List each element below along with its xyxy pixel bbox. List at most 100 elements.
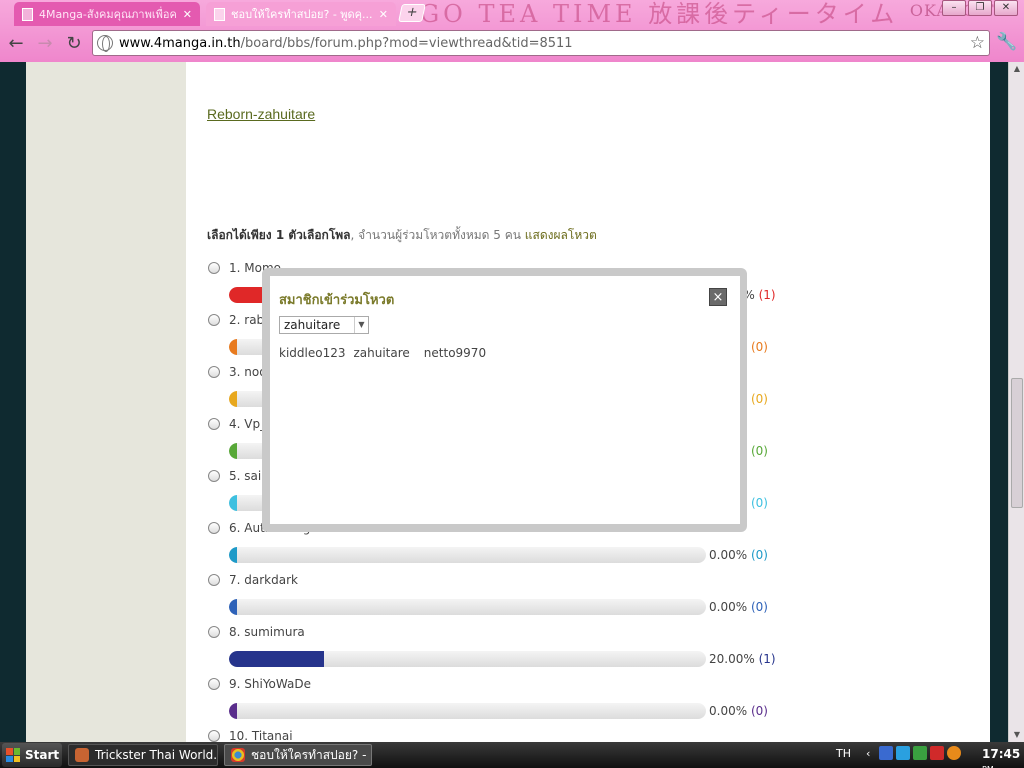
network-icon[interactable] xyxy=(896,746,910,760)
poll-percent: 0.00% (0) xyxy=(709,548,768,562)
poll-bar xyxy=(229,547,706,563)
poll-radio[interactable] xyxy=(208,470,220,482)
poll-bar-fill xyxy=(229,443,237,459)
maximize-button[interactable]: ❐ xyxy=(968,0,992,16)
poll-radio[interactable] xyxy=(208,730,220,742)
task-label: ชอบให้ใครทำสปอย? - ... xyxy=(251,747,372,762)
clock[interactable]: 17:45 PM xyxy=(982,747,1024,768)
back-button[interactable]: ← xyxy=(3,31,29,57)
poll-voter-count: , จำนวนผู้ร่วมโหวตทั้งหมด 5 คน xyxy=(350,228,521,242)
page-icon xyxy=(214,7,225,21)
url-text[interactable]: www.4manga.in.th/board/bbs/forum.php?mod… xyxy=(119,36,573,51)
windows-taskbar: Start Trickster Thai World.1... ชอบให้ใค… xyxy=(0,742,1024,768)
chevron-left-icon[interactable]: ‹ xyxy=(866,747,876,760)
url-domain: www.4manga.in.th xyxy=(119,35,241,51)
chevron-down-icon[interactable]: ▼ xyxy=(354,317,368,333)
bookmark-star-icon[interactable]: ☆ xyxy=(970,33,985,53)
poll-bar xyxy=(229,599,706,615)
tab-4manga-home[interactable]: 4Manga-สังคมคุณภาพเพื่อค... ✕ xyxy=(14,2,200,26)
select-value: zahuitare xyxy=(284,318,341,332)
voter-name: netto9970 xyxy=(423,346,487,360)
security-icon[interactable] xyxy=(913,746,927,760)
tab-strip: 4Manga-สังคมคุณภาพเพื่อค... ✕ ชอบให้ใครท… xyxy=(0,0,1024,26)
voter-name: kiddleo123 xyxy=(279,346,346,360)
poll-option-label: 9. ShiYoWaDe xyxy=(229,677,311,691)
close-icon[interactable]: ✕ xyxy=(379,8,388,21)
close-window-button[interactable]: ✕ xyxy=(994,0,1018,16)
poll-bar-fill xyxy=(229,547,237,563)
address-bar[interactable]: www.4manga.in.th/board/bbs/forum.php?mod… xyxy=(92,30,990,56)
poll-radio[interactable] xyxy=(208,574,220,586)
scroll-up-icon[interactable]: ▲ xyxy=(1009,62,1024,76)
page-icon xyxy=(22,7,33,21)
scrollbar-thumb[interactable] xyxy=(1011,378,1023,508)
reborn-link[interactable]: Reborn-zahuitare xyxy=(207,106,315,122)
system-tray: ‹ xyxy=(866,746,961,760)
poll-percent: 20.00% (1) xyxy=(709,652,776,666)
start-button[interactable]: Start xyxy=(2,743,62,767)
poll-bar-fill xyxy=(229,599,237,615)
show-results-link[interactable]: แสดงผลโหวต xyxy=(525,228,597,242)
poll-vote-count: (1) xyxy=(758,652,776,666)
poll-radio[interactable] xyxy=(208,262,220,274)
voter-name: zahuitare xyxy=(353,346,410,360)
dialog-close-button[interactable]: × xyxy=(709,288,727,306)
new-tab-button[interactable]: + xyxy=(398,4,426,22)
poll-option-label: 7. darkdark xyxy=(229,573,298,587)
poll-radio[interactable] xyxy=(208,366,220,378)
left-sidebar xyxy=(26,62,186,742)
poll-option-label: 8. sumimura xyxy=(229,625,305,639)
clock-time: 17:45 xyxy=(982,747,1021,761)
browser-tray-icon[interactable] xyxy=(947,746,961,760)
poll-bar xyxy=(229,651,706,667)
browser-chrome: GO TEA TIME 放課後ティータイム OKAGO TI 4Manga-สั… xyxy=(0,0,1024,62)
start-label: Start xyxy=(25,748,60,762)
vertical-scrollbar[interactable]: ▲ ▼ xyxy=(1008,62,1024,742)
poll-option: 8. sumimura 20.00% (1) xyxy=(207,625,807,677)
poll-percent-text: 20.00% xyxy=(709,652,759,666)
poll-header: เลือกได้เพียง 1 ตัวเลือกโพล, จำนวนผู้ร่ว… xyxy=(207,226,597,245)
poll-bar-fill xyxy=(229,391,237,407)
poll-option: 7. darkdark 0.00% (0) xyxy=(207,573,807,625)
language-indicator[interactable]: TH xyxy=(836,747,851,760)
poll-radio[interactable] xyxy=(208,418,220,430)
poll-radio[interactable] xyxy=(208,522,220,534)
poll-option: 9. ShiYoWaDe 0.00% (0) xyxy=(207,677,807,729)
poll-vote-count: (0) xyxy=(750,340,768,354)
volume-icon[interactable] xyxy=(879,746,893,760)
ati-icon[interactable] xyxy=(930,746,944,760)
voter-option-select[interactable]: zahuitare ▼ xyxy=(279,316,369,334)
poll-option: 10. Titanai0.00% (0) xyxy=(207,729,807,742)
poll-bar-fill xyxy=(229,495,237,511)
poll-radio[interactable] xyxy=(208,314,220,326)
taskbar-item-chrome[interactable]: ชอบให้ใครทำสปอย? - ... xyxy=(224,744,372,766)
browser-toolbar: ← → ↻ www.4manga.in.th/board/bbs/forum.p… xyxy=(0,28,1024,60)
dialog-title: สมาชิกเข้าร่วมโหวต xyxy=(279,293,395,308)
poll-option-label: 10. Titanai xyxy=(229,729,293,742)
poll-vote-count: (0) xyxy=(750,548,768,562)
chrome-icon xyxy=(231,748,245,762)
minimize-button[interactable]: – xyxy=(942,0,966,16)
windows-logo-icon xyxy=(6,748,20,762)
poll-percent-text: 0.00% xyxy=(709,704,751,718)
taskbar-item-trickster[interactable]: Trickster Thai World.1... xyxy=(68,744,218,766)
poll-vote-count: (0) xyxy=(750,704,768,718)
close-icon[interactable]: ✕ xyxy=(183,8,192,21)
poll-vote-count: (1) xyxy=(758,288,776,302)
poll-vote-count: (0) xyxy=(750,600,768,614)
tab-label: ชอบให้ใครทำสปอย? - พูดคุ... xyxy=(231,8,373,21)
scroll-down-icon[interactable]: ▼ xyxy=(1009,728,1024,742)
poll-bar-fill xyxy=(229,703,237,719)
globe-icon xyxy=(97,35,113,52)
poll-radio[interactable] xyxy=(208,626,220,638)
forward-button[interactable]: → xyxy=(32,31,58,57)
reload-button[interactable]: ↻ xyxy=(61,31,87,57)
wrench-icon[interactable]: 🔧 xyxy=(996,32,1017,52)
poll-radio[interactable] xyxy=(208,678,220,690)
task-label: Trickster Thai World.1... xyxy=(95,748,218,762)
poll-instruction: เลือกได้เพียง 1 ตัวเลือกโพล xyxy=(207,228,351,242)
tab-thread[interactable]: ชอบให้ใครทำสปอย? - พูดคุ... ✕ xyxy=(206,2,396,26)
voter-list: kiddleo123 zahuitare netto9970 xyxy=(279,346,494,360)
poll-option-label: 4. Vp_ xyxy=(229,417,267,431)
poll-vote-count: (0) xyxy=(750,444,768,458)
